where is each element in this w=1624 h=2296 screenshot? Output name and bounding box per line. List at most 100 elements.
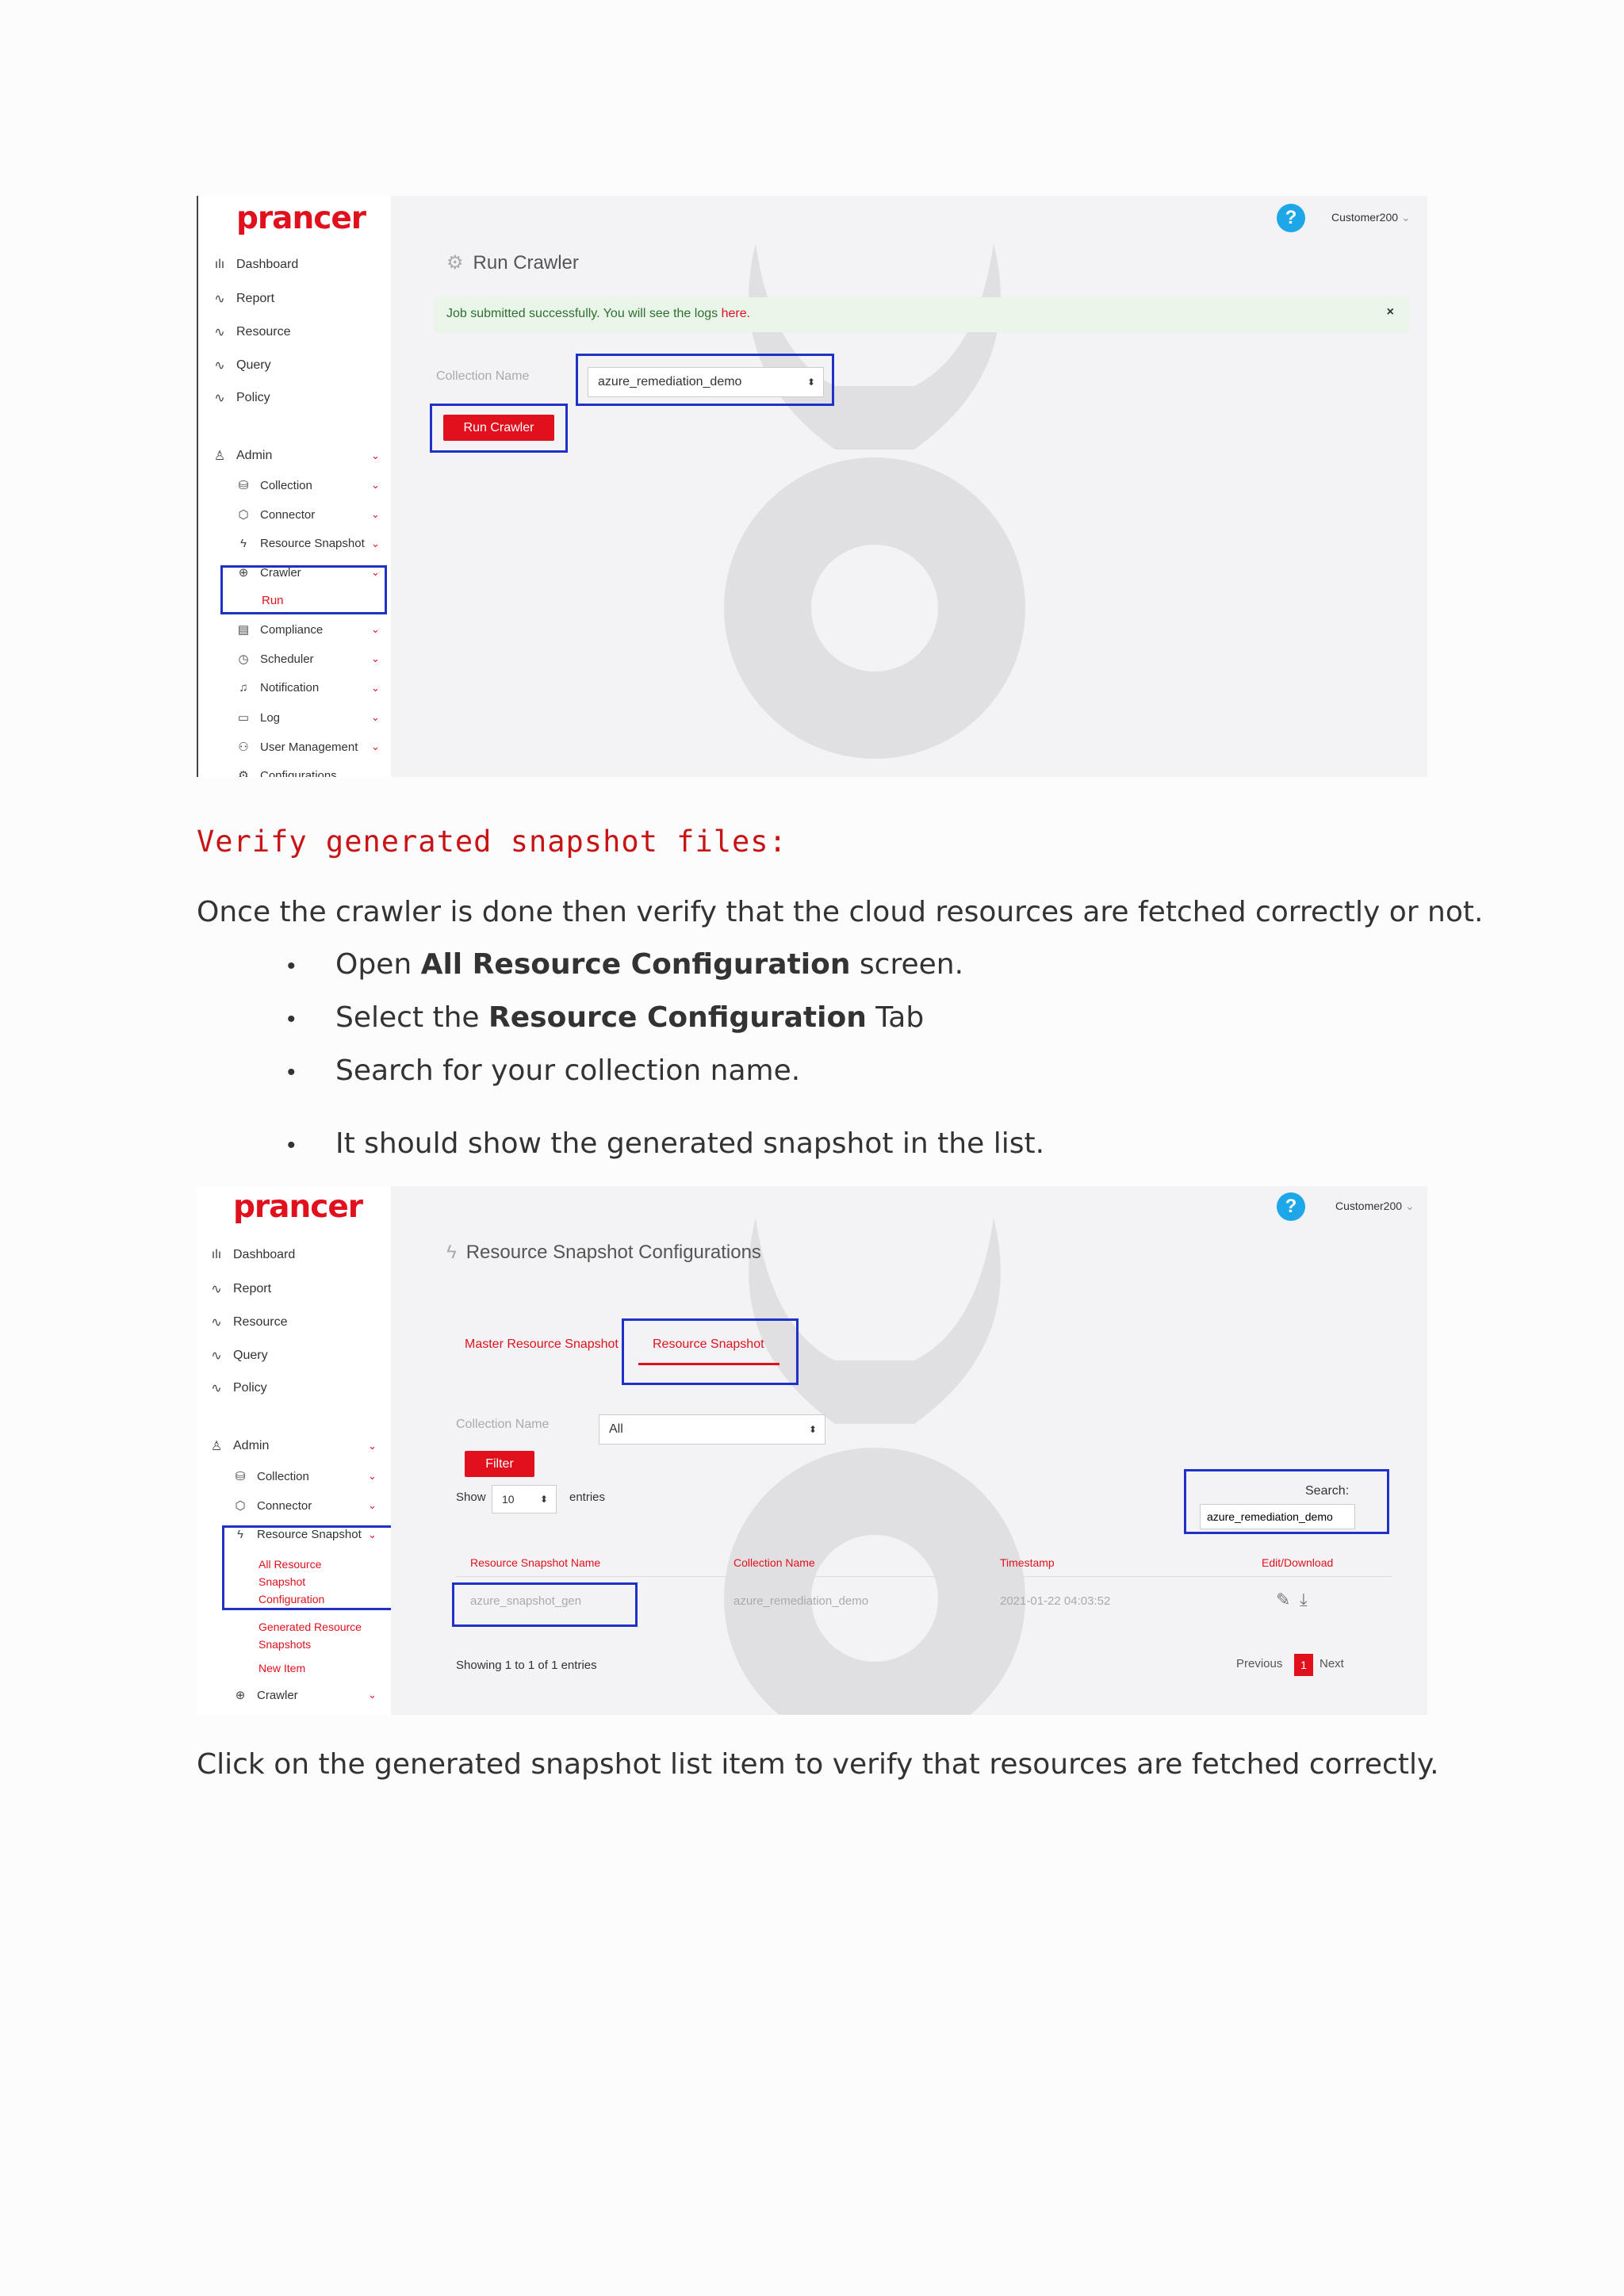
chevron-down-icon: ⌄ — [371, 538, 380, 549]
step-3: Search for your collection name. — [335, 1054, 801, 1087]
resource-snapshot-screenshot: prancer ılı Dashboard ∿ Report ∿ Resource ∿… — [197, 1186, 1427, 1715]
database-icon: ⛁ — [238, 479, 249, 492]
gear-icon: ⚙ — [446, 252, 464, 274]
cell-collection-name: azure_remediation_demo — [733, 1594, 869, 1608]
nav-dashboard[interactable]: ılı Dashboard — [209, 1248, 296, 1262]
step-4: It should show the generated snapshot in… — [335, 1127, 1045, 1160]
nav-resource[interactable]: ∿ Resource — [209, 1314, 287, 1330]
select-arrow-icon: ⬍ — [539, 1494, 548, 1505]
sub-generated-resource-snapshots[interactable]: Generated Resource Snapshots — [259, 1618, 362, 1653]
sub-connector[interactable]: ⬡ Connector — [236, 507, 315, 522]
pulse-icon: ∿ — [214, 392, 225, 405]
cell-timestamp: 2021-01-22 04:03:52 — [1000, 1594, 1111, 1608]
download-icon[interactable]: ⤓ — [1300, 1590, 1308, 1610]
page-title: ϟ Resource Snapshot Configurations — [446, 1242, 761, 1263]
document-icon: ▤ — [237, 623, 250, 637]
sub-notification[interactable]: ♫ Notification — [236, 681, 319, 695]
chevron-down-icon: ⌄ — [371, 740, 380, 752]
bullet-icon: • — [287, 1132, 296, 1158]
chevron-down-icon: ⌄ — [371, 479, 380, 491]
run-crawler-screenshot: prancer ılı Dashboard ∿ Report ∿ Resource ∿… — [197, 196, 1427, 777]
user-menu[interactable]: Customer200 ⌄ — [1331, 211, 1411, 224]
sub-collection[interactable]: ⛁ Collection — [233, 1469, 309, 1484]
prev-button[interactable]: Previous — [1236, 1657, 1282, 1670]
sub-log[interactable]: ▭ Log — [236, 710, 280, 725]
edit-icon[interactable]: ✎ — [1276, 1590, 1290, 1610]
nav-dashboard[interactable]: ılı Dashboard — [213, 258, 299, 272]
nav-resource[interactable]: ∿ Resource — [213, 324, 290, 340]
collection-select[interactable]: All ⬍ — [599, 1414, 825, 1445]
bullet-icon: • — [287, 1006, 296, 1032]
logs-link[interactable]: here. — [722, 307, 750, 320]
filter-button[interactable]: Filter — [465, 1451, 534, 1477]
nav-report[interactable]: ∿ Report — [209, 1281, 271, 1297]
bell-icon: ♫ — [239, 681, 248, 695]
sub-scheduler[interactable]: ◷ Scheduler — [236, 652, 313, 667]
nav-report[interactable]: ∿ Report — [213, 291, 274, 307]
chevron-down-icon: ⌄ — [368, 1440, 377, 1452]
success-alert: Job submitted successfully. You will see… — [435, 297, 1410, 332]
pulse-icon: ∿ — [211, 1283, 222, 1296]
nav-policy[interactable]: ∿ Policy — [213, 390, 270, 406]
page-title: ⚙ Run Crawler — [446, 251, 579, 274]
prancer-logo: prancer — [233, 1189, 363, 1225]
sub-new-item[interactable]: New Item — [259, 1662, 305, 1674]
pulse-icon: ∿ — [214, 326, 225, 339]
col-timestamp[interactable]: Timestamp — [1000, 1556, 1055, 1569]
row-highlight-box — [452, 1582, 638, 1627]
sub-resource-snapshot[interactable]: ϟ Resource Snapshot — [236, 537, 365, 550]
prancer-logo: prancer — [236, 201, 366, 236]
col-collection-name[interactable]: Collection Name — [733, 1556, 815, 1569]
sub-collection[interactable]: ⛁ Collection — [236, 478, 312, 493]
main-panel: ? Customer200 ⌄ ϟ Resource Snapshot Confi… — [391, 1186, 1427, 1715]
nav-admin[interactable]: ♙ Admin — [209, 1438, 270, 1454]
pulse-icon: ∿ — [211, 1316, 222, 1330]
prancer-watermark — [724, 243, 1025, 759]
pulse-icon: ∿ — [211, 1382, 222, 1395]
nav-policy[interactable]: ∿ Policy — [209, 1380, 266, 1396]
close-icon[interactable]: × — [1387, 305, 1394, 320]
entries-select[interactable]: 10 ⬍ — [492, 1485, 557, 1513]
collection-highlight-box — [576, 354, 834, 406]
nav-admin[interactable]: ♙ Admin — [213, 448, 273, 464]
users-icon: ⚇ — [238, 740, 249, 754]
resource-snapshot-highlight-box — [222, 1525, 393, 1610]
show-label: Show — [456, 1490, 486, 1504]
gear-icon: ⚙ — [238, 769, 249, 777]
entries-label: entries — [569, 1490, 606, 1504]
crawler-highlight-box — [220, 565, 387, 614]
nav-query[interactable]: ∿ Query — [213, 358, 270, 373]
col-edit-download[interactable]: Edit/Download — [1262, 1556, 1333, 1569]
chevron-down-icon: ⌄ — [371, 623, 380, 635]
sub-connector[interactable]: ⬡ Connector — [233, 1498, 312, 1513]
sub-configurations[interactable]: ⚙ Configurations — [236, 768, 336, 778]
sub-crawler[interactable]: ⊕ Crawler — [233, 1688, 298, 1703]
cube-icon: ⬡ — [238, 508, 249, 522]
clock-icon: ◷ — [238, 652, 249, 666]
chevron-down-icon: ⌄ — [371, 652, 380, 664]
page-1-button[interactable]: 1 — [1294, 1654, 1313, 1676]
help-icon[interactable]: ? — [1277, 204, 1305, 232]
sub-user-management[interactable]: ⚇ User Management — [236, 740, 358, 755]
main-panel: ? Customer200 ⌄ ⚙ Run Crawler Job submitt… — [391, 196, 1427, 777]
user-icon: ♙ — [210, 1440, 223, 1453]
section-heading: Verify generated snapshot files: — [197, 825, 787, 859]
user-menu[interactable]: Customer200 ⌄ — [1335, 1200, 1415, 1213]
database-icon: ⛁ — [235, 1470, 246, 1483]
step-2: Select the Resource Configuration Tab — [335, 1001, 925, 1034]
bullet-icon: • — [287, 953, 296, 979]
sub-compliance[interactable]: ▤ Compliance — [236, 622, 323, 637]
next-button[interactable]: Next — [1320, 1657, 1344, 1670]
nav-query[interactable]: ∿ Query — [209, 1348, 267, 1364]
archive-icon: ▭ — [237, 711, 250, 725]
bar-chart-icon: ılı — [214, 258, 225, 271]
step-1: Open All Resource Configuration screen. — [335, 948, 964, 981]
globe-icon: ⊕ — [235, 1689, 246, 1702]
help-icon[interactable]: ? — [1277, 1192, 1305, 1221]
prancer-watermark — [724, 1218, 1025, 1715]
pulse-icon: ∿ — [214, 359, 225, 373]
tab-highlight-box — [622, 1318, 799, 1385]
col-resource-snapshot-name[interactable]: Resource Snapshot Name — [470, 1556, 600, 1569]
chevron-down-icon: ⌄ — [371, 508, 380, 520]
tab-master-resource-snapshot[interactable]: Master Resource Snapshot — [465, 1337, 628, 1352]
